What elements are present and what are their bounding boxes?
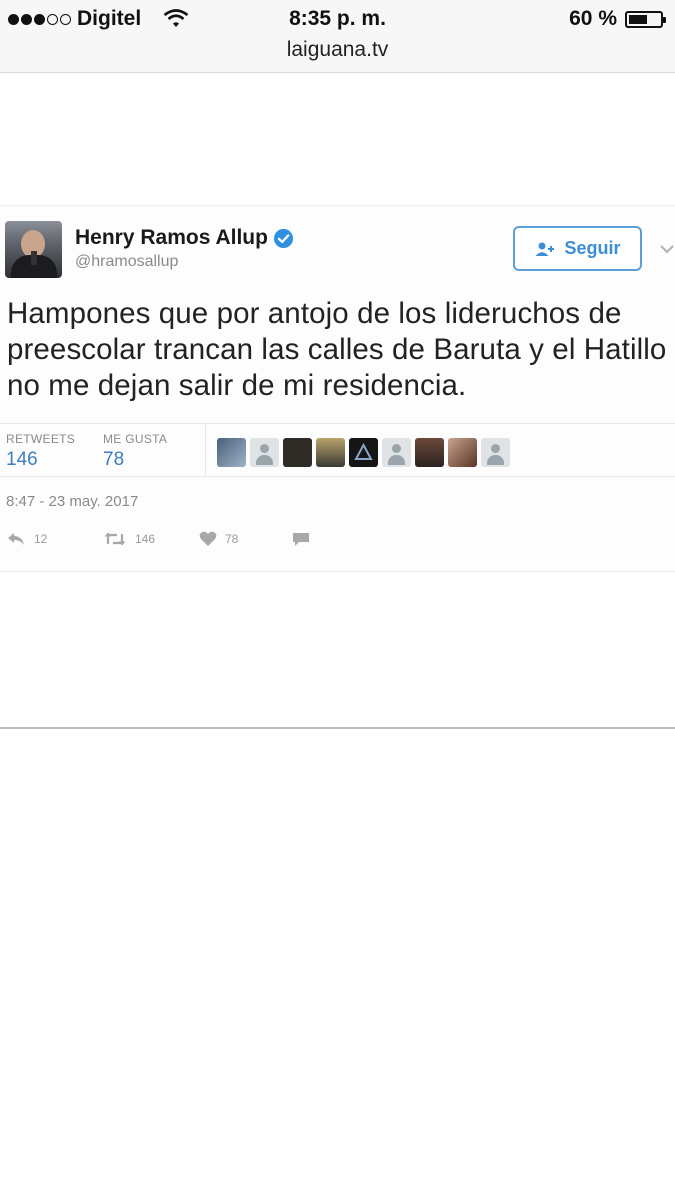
tweet-stats: RETWEETS 146 ME GUSTA 78 <box>0 423 675 477</box>
status-right: 60 % <box>569 6 666 32</box>
liker-avatar[interactable] <box>415 438 444 467</box>
tweet-text: Hampones que por antojo de los liderucho… <box>7 297 667 402</box>
reply-icon <box>8 533 24 545</box>
liker-avatar[interactable] <box>217 438 246 467</box>
likes-count: 78 <box>103 449 125 470</box>
like-action[interactable]: 78 <box>199 531 291 547</box>
follow-button[interactable]: Seguir <box>513 226 642 271</box>
tweet-actions: 12 146 78 <box>6 531 311 547</box>
liker-avatars <box>217 438 510 467</box>
reply-action[interactable]: 12 <box>6 532 103 546</box>
divider-line <box>0 727 675 729</box>
avatar[interactable] <box>5 221 62 278</box>
like-count: 78 <box>225 532 239 546</box>
liker-avatar[interactable] <box>382 438 411 467</box>
verified-icon <box>273 228 293 248</box>
reply-count: 12 <box>34 532 48 546</box>
tweet-card: Henry Ramos Allup @hramosallup Seguir Ha… <box>0 205 675 572</box>
browser-top-bar: Digitel 8:35 p. m. 60 % laiguana.tv <box>0 0 675 73</box>
heart-icon <box>199 531 217 546</box>
liker-avatar[interactable] <box>316 438 345 467</box>
likes-label: ME GUSTA <box>103 432 168 446</box>
liker-avatar[interactable] <box>448 438 477 467</box>
retweets-stat[interactable]: RETWEETS 146 <box>6 432 75 471</box>
follow-label: Seguir <box>564 238 621 258</box>
liker-avatar[interactable] <box>283 438 312 467</box>
author-name[interactable]: Henry Ramos Allup <box>75 226 268 250</box>
author-row: Henry Ramos Allup <box>75 226 294 250</box>
battery-icon <box>625 10 666 28</box>
tweet-timestamp[interactable]: 8:47 - 23 may. 2017 <box>6 493 138 510</box>
liker-avatar[interactable] <box>250 438 279 467</box>
author-handle[interactable]: @hramosallup <box>75 253 178 271</box>
liker-avatar[interactable] <box>481 438 510 467</box>
chevron-down-icon[interactable] <box>660 244 674 254</box>
dm-icon <box>293 533 309 546</box>
retweet-icon <box>104 532 126 546</box>
retweets-label: RETWEETS <box>6 432 76 446</box>
retweet-action[interactable]: 146 <box>103 531 199 547</box>
battery-percent: 60 % <box>569 7 617 30</box>
add-user-icon <box>535 242 555 256</box>
stats-divider <box>205 424 206 476</box>
liker-avatar[interactable] <box>349 438 378 467</box>
url-bar[interactable]: laiguana.tv <box>0 37 675 63</box>
retweets-count: 146 <box>6 449 38 470</box>
retweet-count: 146 <box>135 532 156 546</box>
dm-action[interactable] <box>291 531 311 547</box>
likes-stat[interactable]: ME GUSTA 78 <box>103 432 167 471</box>
